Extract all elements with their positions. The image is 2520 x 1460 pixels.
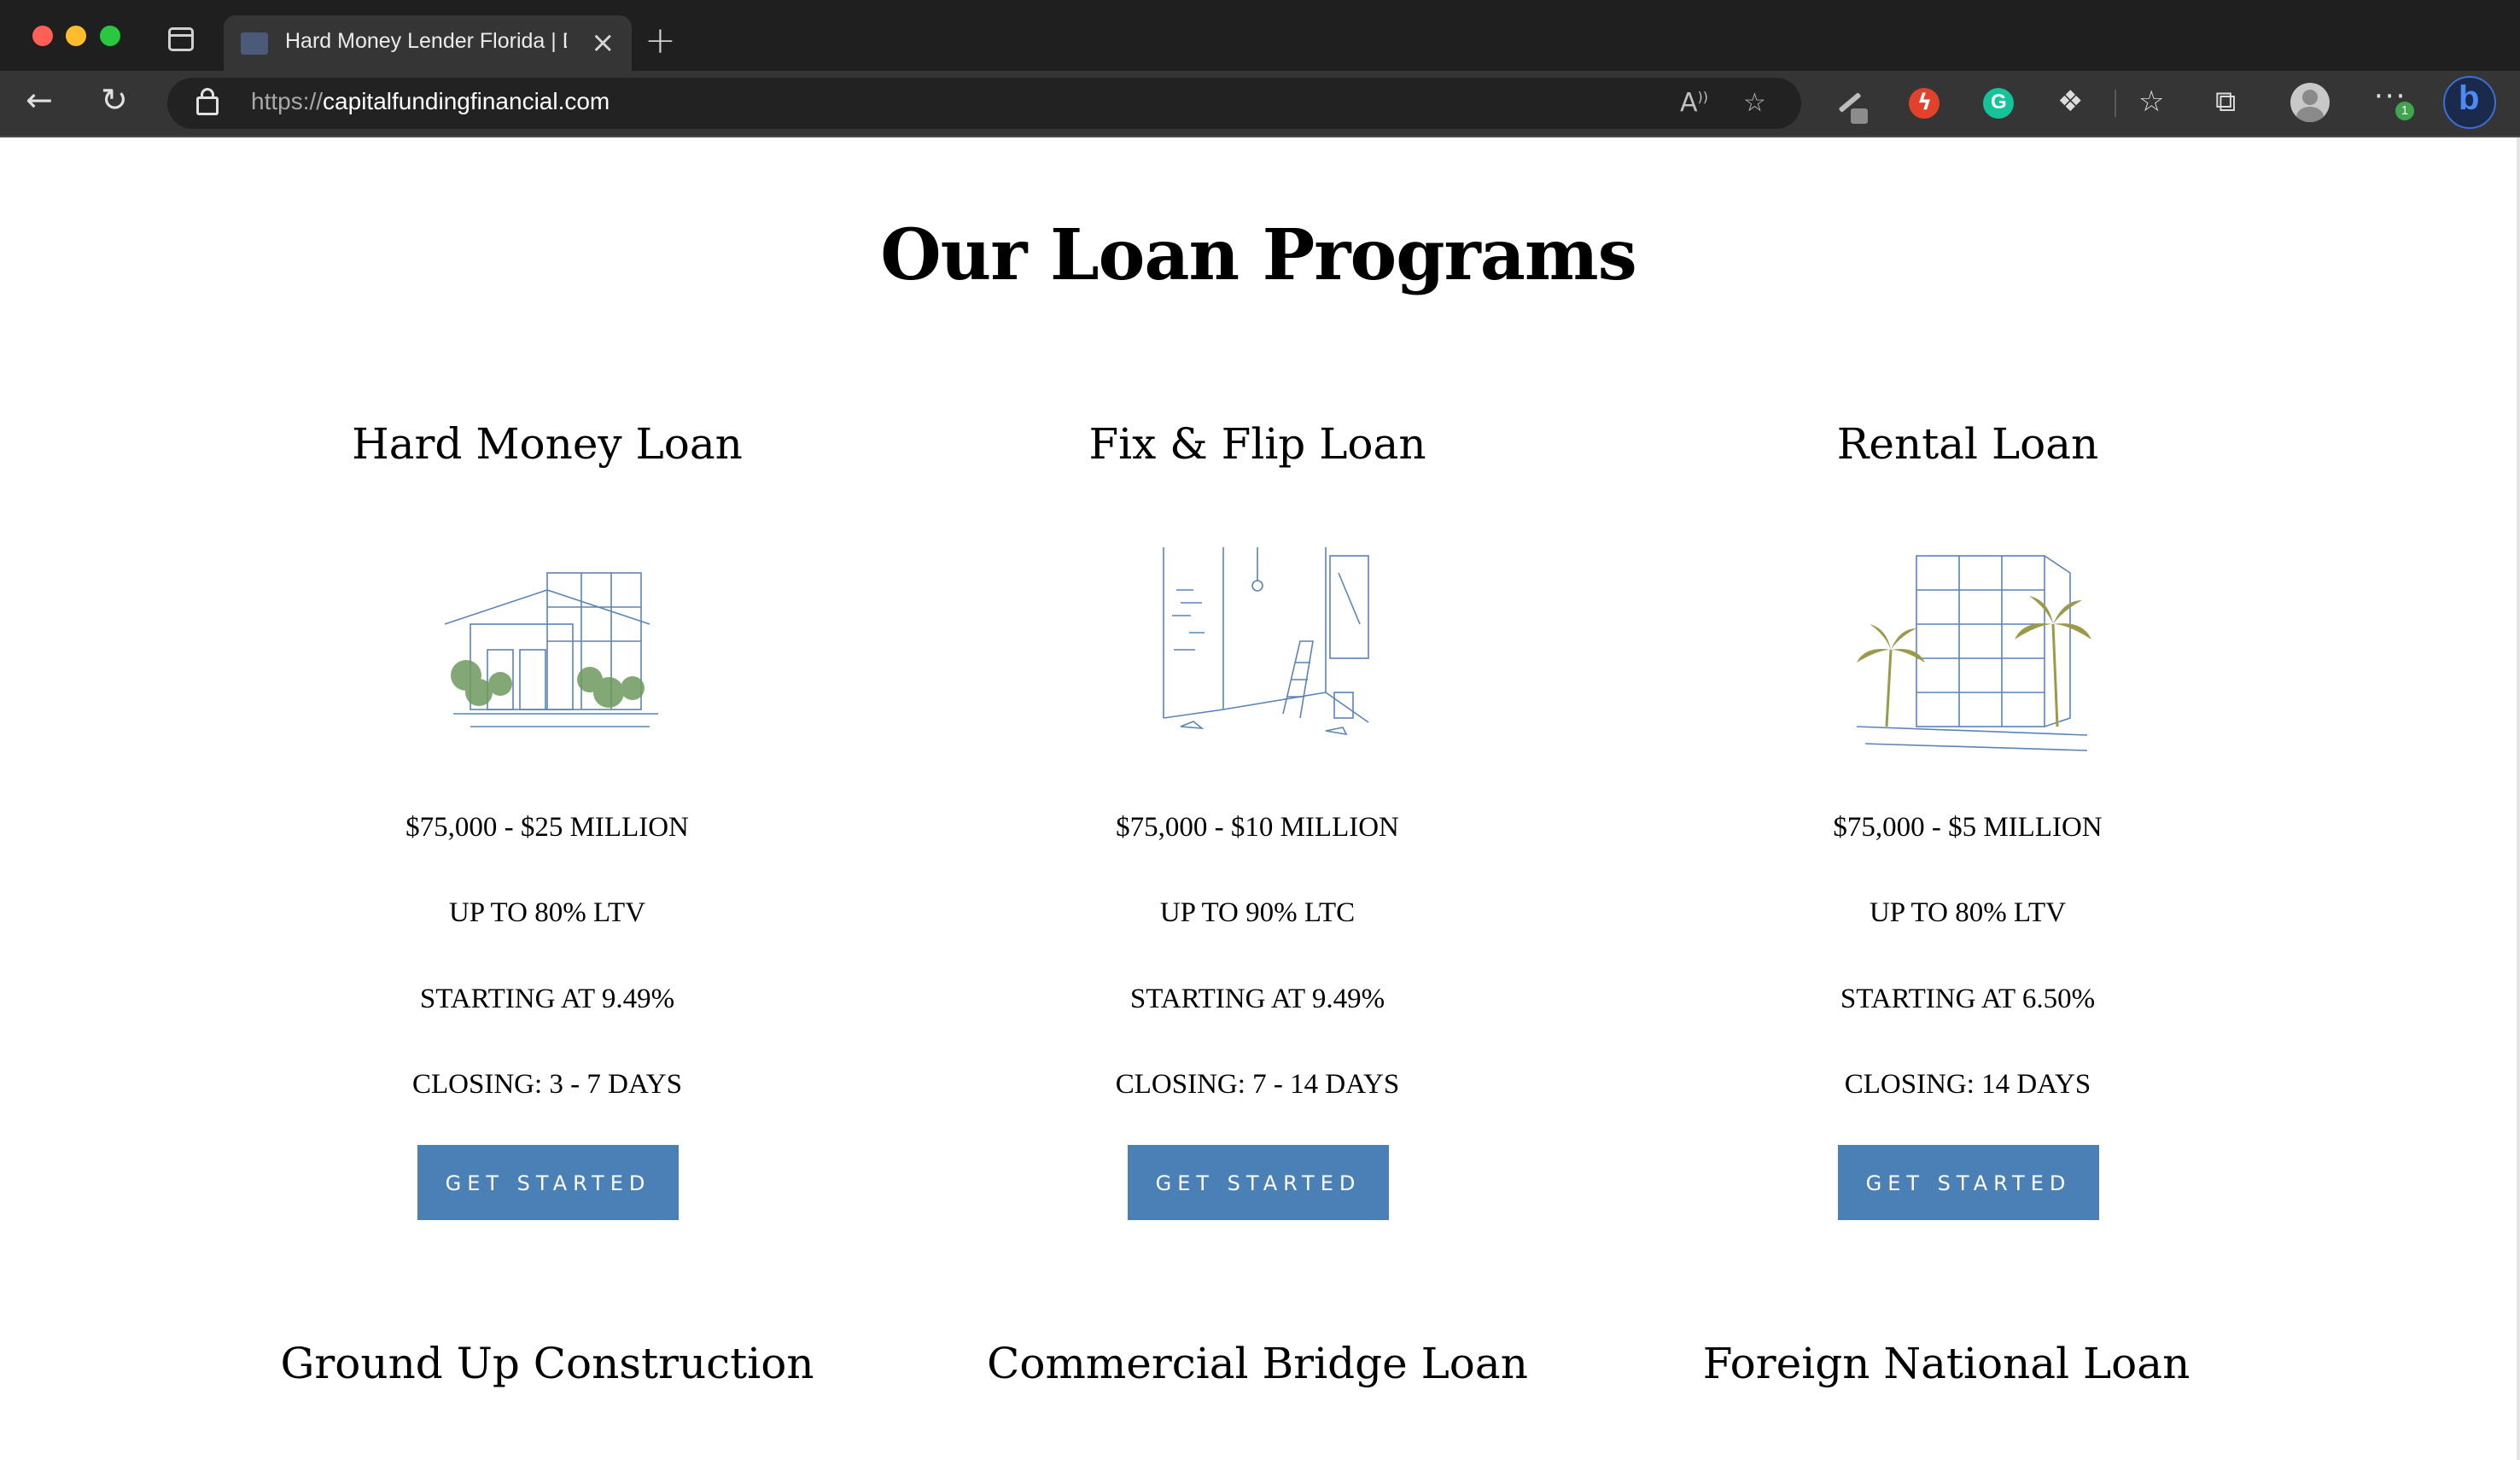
browser-titlebar: Hard Money Lender Florida | Di × + <box>0 0 2520 71</box>
maximize-window-button[interactable] <box>100 26 120 46</box>
close-tab-icon[interactable]: × <box>591 26 615 60</box>
tab-title: Hard Money Lender Florida | Di <box>285 29 567 53</box>
loan-closing: CLOSING: 3 - 7 DAYS <box>412 1069 682 1100</box>
address-bar[interactable]: https://capitalfundingfinancial.com A)) … <box>167 78 1801 129</box>
get-started-button[interactable]: GET STARTED <box>1838 1145 2099 1220</box>
modern-building-illustration <box>444 572 658 727</box>
favorites-icon[interactable]: ☆ <box>2138 85 2164 119</box>
loan-rate: STARTING AT 9.49% <box>419 984 675 1014</box>
loan-card-title: Rental Loan <box>1836 419 2099 469</box>
profile-avatar[interactable] <box>2290 83 2330 122</box>
back-arrow-icon[interactable]: ← <box>26 81 53 119</box>
loan-closing: CLOSING: 14 DAYS <box>1844 1069 2091 1100</box>
loan-rate: STARTING AT 6.50% <box>1840 984 2096 1014</box>
add-favorite-icon[interactable]: ☆ <box>1743 88 1766 118</box>
get-started-button[interactable]: GET STARTED <box>1128 1145 1389 1220</box>
loan-card-title-ground-up: Ground Up Construction <box>280 1339 814 1388</box>
new-tab-icon[interactable]: + <box>645 19 676 62</box>
loan-card-title: Hard Money Loan <box>352 419 743 469</box>
renovation-room-illustration <box>1163 547 1369 736</box>
loan-card-title-foreign-national: Foreign National Loan <box>1702 1339 2190 1388</box>
toolbar-divider <box>2115 90 2116 117</box>
page-content: Our Loan Programs Hard Money Loan $75,00… <box>0 137 2517 1460</box>
loan-amount: $75,000 - $5 MILLION <box>1833 812 2103 843</box>
minimize-window-button[interactable] <box>66 26 86 46</box>
read-aloud-icon[interactable]: A)) <box>1680 88 1708 118</box>
get-started-button[interactable]: GET STARTED <box>417 1145 679 1220</box>
loan-closing: CLOSING: 7 - 14 DAYS <box>1115 1069 1400 1100</box>
extensions-puzzle-icon[interactable]: ❖ <box>2057 85 2083 119</box>
page-title: Our Loan Programs <box>880 214 1637 296</box>
loan-card-title-commercial-bridge: Commercial Bridge Loan <box>987 1339 1528 1388</box>
bing-copilot-icon[interactable] <box>2443 76 2496 129</box>
tab-actions-icon[interactable] <box>168 27 194 51</box>
loan-ratio: UP TO 80% LTV <box>1869 897 2067 928</box>
grammarly-extension-icon[interactable] <box>1983 88 2014 119</box>
url-text[interactable]: https://capitalfundingfinancial.com <box>251 88 610 115</box>
red-extension-icon[interactable] <box>1909 88 1940 119</box>
site-favicon-icon <box>241 32 268 55</box>
browser-tab-active[interactable]: Hard Money Lender Florida | Di × <box>224 15 632 71</box>
page-scrollbar[interactable] <box>2517 137 2520 1460</box>
loan-amount: $75,000 - $25 MILLION <box>405 812 689 843</box>
notification-badge: 1 <box>2395 102 2414 120</box>
loan-ratio: UP TO 80% LTV <box>448 897 646 928</box>
pen-extension-icon[interactable] <box>1834 88 1868 124</box>
browser-toolbar: ← ↻ https://capitalfundingfinancial.com … <box>0 71 2520 136</box>
collections-icon[interactable]: ⧉ <box>2215 85 2236 119</box>
loan-amount: $75,000 - $10 MILLION <box>1116 812 1399 843</box>
loan-ratio: UP TO 90% LTC <box>1159 897 1356 928</box>
loan-card-title: Fix & Flip Loan <box>1088 419 1426 469</box>
apartment-building-illustration <box>1856 555 2091 751</box>
reload-icon[interactable]: ↻ <box>101 81 128 119</box>
close-window-button[interactable] <box>32 26 53 46</box>
lock-icon[interactable] <box>196 88 219 115</box>
loan-rate: STARTING AT 9.49% <box>1129 984 1385 1014</box>
